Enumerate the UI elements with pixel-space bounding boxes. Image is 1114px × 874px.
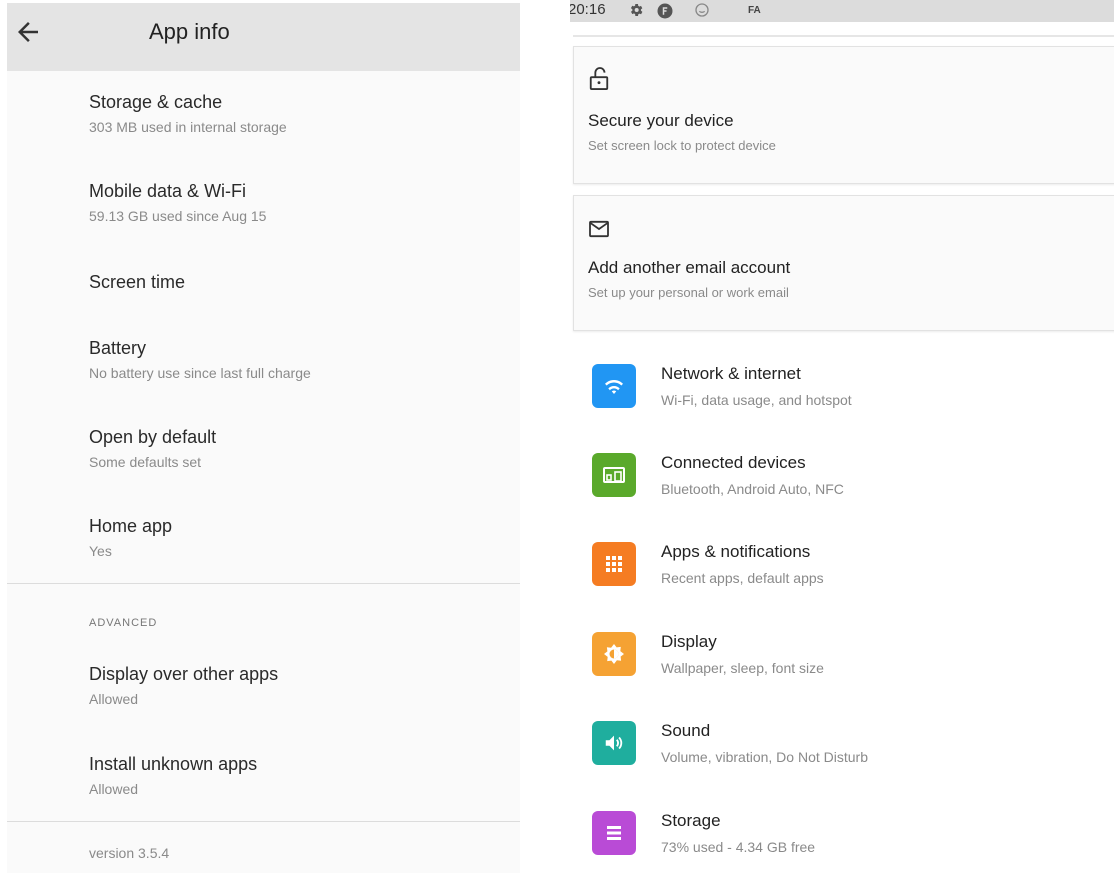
item-title: Apps & notifications (661, 542, 811, 561)
item-title: Display (661, 632, 717, 651)
storage-cache-item[interactable]: Storage & cache 303 MB used in internal … (89, 92, 287, 135)
item-title: Storage & cache (89, 92, 223, 112)
open-by-default-item[interactable]: Open by default Some defaults set (89, 427, 216, 470)
item-subtitle: No battery use since last full charge (89, 365, 311, 381)
display-over-apps-item[interactable]: Display over other apps Allowed (89, 664, 278, 707)
divider (7, 821, 520, 822)
back-arrow-icon[interactable] (13, 17, 43, 47)
item-title: Screen time (89, 272, 186, 292)
settings-gear-icon (630, 4, 643, 16)
home-app-item[interactable]: Home app Yes (89, 516, 172, 559)
status-time: 20:16 (570, 1, 606, 18)
version-label: version 3.5.4 (89, 845, 170, 861)
page-title: App info (149, 19, 230, 44)
item-title: Display over other apps (89, 664, 279, 684)
unlock-icon (589, 67, 609, 90)
item-subtitle: Wi-Fi, data usage, and hotspot (661, 392, 852, 408)
item-subtitle: 303 MB used in internal storage (89, 119, 287, 135)
storage-icon (592, 811, 636, 855)
card-subtitle: Set screen lock to protect device (588, 138, 776, 153)
card-title: Add another email account (588, 258, 791, 277)
item-subtitle: Bluetooth, Android Auto, NFC (661, 481, 844, 497)
item-subtitle: Recent apps, default apps (661, 570, 824, 586)
card-subtitle: Set up your personal or work email (588, 285, 789, 300)
item-title: Open by default (89, 427, 217, 447)
item-title: Connected devices (661, 453, 806, 472)
settings-item-sound[interactable]: Sound Volume, vibration, Do Not Disturb (570, 721, 1114, 801)
app-notification-icon (657, 3, 673, 19)
mobile-data-item[interactable]: Mobile data & Wi-Fi 59.13 GB used since … (89, 181, 266, 224)
settings-item-connected-devices[interactable]: Connected devices Bluetooth, Android Aut… (570, 453, 1114, 533)
suggestion-card-secure-device[interactable]: Secure your device Set screen lock to pr… (573, 46, 1114, 184)
item-title: Install unknown apps (89, 754, 258, 774)
item-subtitle: Some defaults set (89, 454, 202, 470)
item-title: Battery (89, 338, 147, 358)
item-title: Mobile data & Wi-Fi (89, 181, 247, 201)
item-subtitle: Allowed (89, 781, 139, 797)
apps-grid-icon (592, 542, 636, 586)
divider (573, 35, 1114, 37)
item-subtitle: 73% used - 4.34 GB free (661, 839, 816, 855)
item-title: Home app (89, 516, 173, 536)
install-unknown-apps-item[interactable]: Install unknown apps Allowed (89, 754, 257, 797)
section-header-advanced: ADVANCED (89, 617, 158, 629)
settings-item-storage[interactable]: Storage 73% used - 4.34 GB free (570, 811, 1114, 874)
card-title: Secure your device (588, 111, 734, 130)
suggestion-card-email[interactable]: Add another email account Set up your pe… (573, 195, 1114, 331)
app-info-screen: App info Storage & cache 303 MB used in … (7, 3, 520, 873)
email-icon (589, 220, 609, 238)
app-bar: App info (7, 3, 520, 71)
volume-icon (592, 721, 636, 765)
status-bar: 20:16 FA (570, 0, 1114, 22)
divider (7, 583, 520, 584)
settings-screen: 20:16 FA Secure your device Set screen l… (570, 0, 1114, 874)
battery-item[interactable]: Battery No battery use since last full c… (89, 338, 311, 381)
settings-item-network[interactable]: Network & internet Wi-Fi, data usage, an… (570, 364, 1114, 444)
status-text: FA (748, 5, 761, 16)
smiley-notification-icon (695, 3, 709, 17)
settings-item-apps[interactable]: Apps & notifications Recent apps, defaul… (570, 542, 1114, 622)
item-subtitle: 59.13 GB used since Aug 15 (89, 208, 267, 224)
item-subtitle: Volume, vibration, Do Not Disturb (661, 749, 868, 765)
item-subtitle: Allowed (89, 691, 139, 707)
item-title: Sound (661, 721, 711, 740)
item-subtitle: Yes (89, 543, 112, 559)
item-subtitle: Wallpaper, sleep, font size (661, 660, 824, 676)
item-title: Storage (661, 811, 721, 830)
settings-item-display[interactable]: Display Wallpaper, sleep, font size (570, 632, 1114, 712)
item-title: Network & internet (661, 364, 801, 383)
brightness-icon (592, 632, 636, 676)
screen-time-item[interactable]: Screen time (89, 272, 185, 293)
devices-icon (592, 453, 636, 497)
wifi-icon (592, 364, 636, 408)
